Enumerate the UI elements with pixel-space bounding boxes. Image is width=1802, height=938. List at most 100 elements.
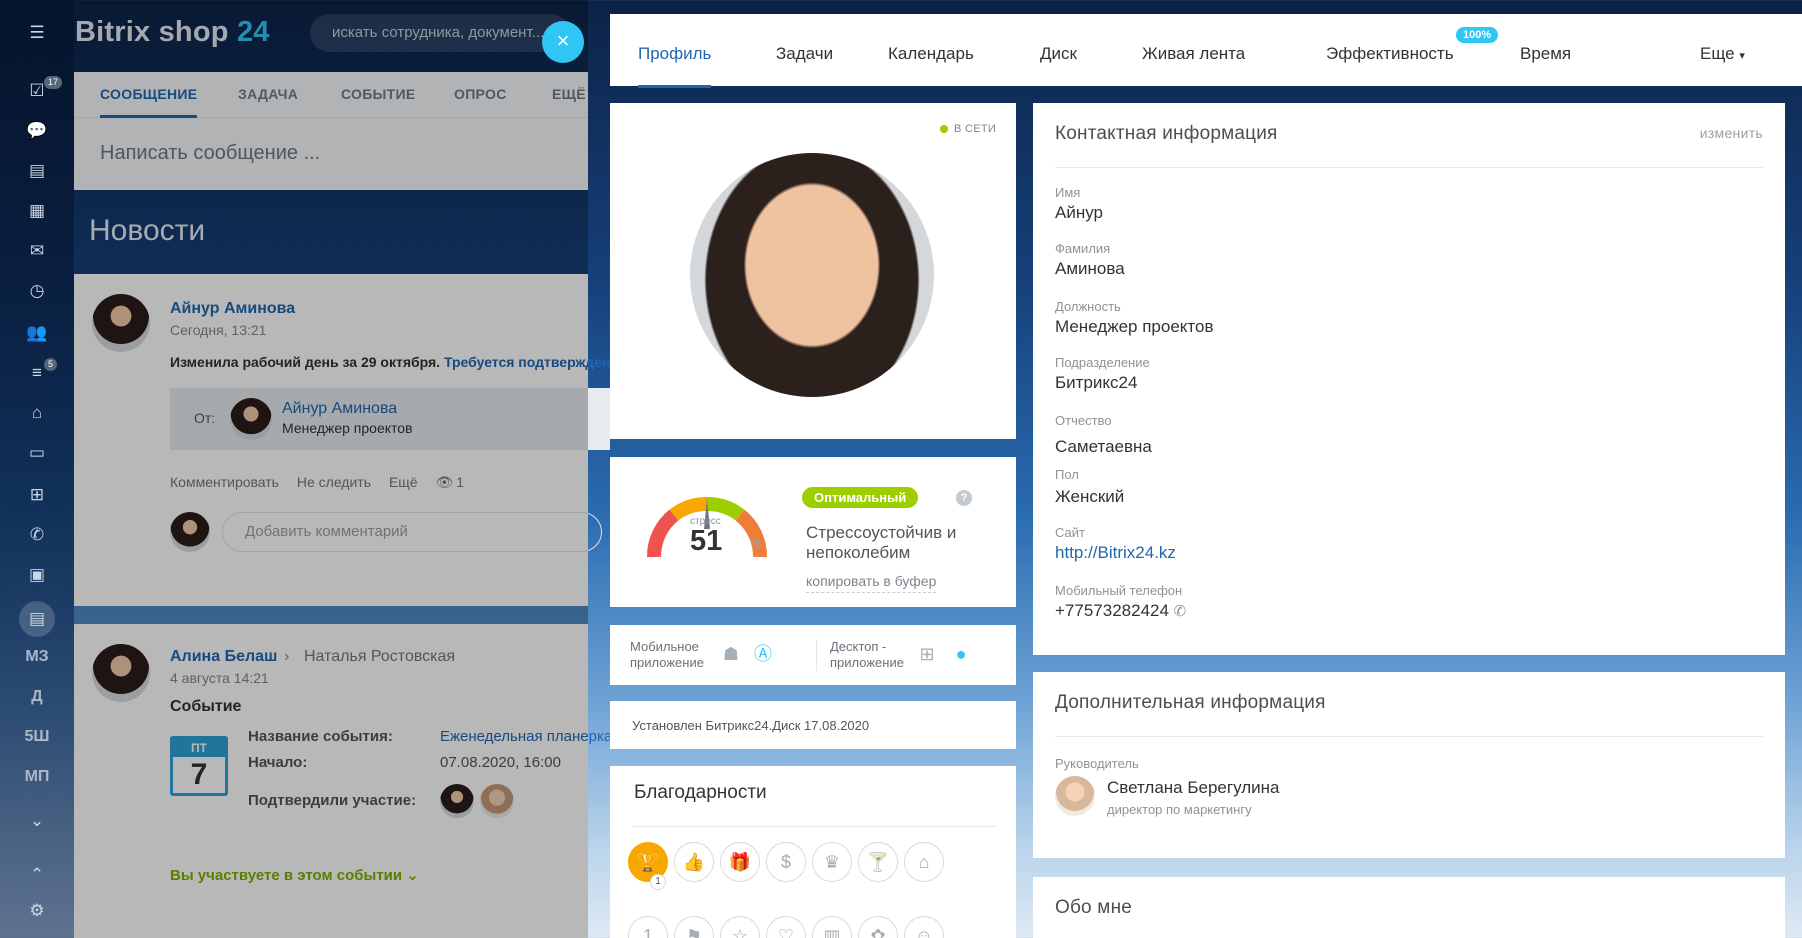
photo-card: В СЕТИ	[610, 103, 1016, 439]
chevron-down-icon: ⌄	[406, 867, 419, 884]
number-one-icon[interactable]: 1	[628, 916, 668, 938]
profile-tabs: Профиль Задачи Календарь Диск Живая лент…	[610, 14, 1802, 88]
avatar[interactable]	[92, 644, 150, 702]
tab-live-feed[interactable]: Живая лента	[1142, 44, 1245, 64]
post-author[interactable]: Алина Белаш	[170, 648, 277, 666]
stress-status-badge: Оптимальный	[802, 487, 919, 508]
android-icon[interactable]: ☗	[720, 643, 742, 665]
avatar[interactable]	[1055, 776, 1095, 816]
apps-icon[interactable]: ⊞	[24, 482, 50, 508]
inbox-icon[interactable]: ▤	[24, 158, 50, 184]
apple-icon[interactable]: ●	[950, 643, 972, 665]
thumbs-up-icon[interactable]: 👍	[674, 842, 714, 882]
start-value: 07.08.2020, 16:00	[440, 754, 561, 771]
search-input[interactable]: искать сотрудника, документ...	[310, 14, 570, 52]
divider	[632, 826, 996, 827]
menu-icon[interactable]: ☰	[24, 20, 50, 46]
tab-event[interactable]: СОБЫТИЕ	[341, 86, 415, 102]
help-icon[interactable]: ?	[956, 490, 972, 506]
sidebar-item-5sh[interactable]: 5Ш	[14, 728, 60, 746]
event-name[interactable]: Еженедельная планерка	[440, 728, 612, 745]
contacts-icon[interactable]: ▣	[24, 562, 50, 588]
unfollow-button[interactable]: Не следить	[297, 474, 371, 490]
tab-task[interactable]: ЗАДАЧА	[238, 86, 298, 102]
phone-icon[interactable]: ✆	[1174, 603, 1187, 620]
clock-icon[interactable]: ◷	[24, 278, 50, 304]
participating-dropdown[interactable]: Вы участвуете в этом событии ⌄	[170, 866, 419, 884]
tab-calendar[interactable]: Календарь	[888, 44, 974, 64]
field-label-gender: Пол	[1055, 467, 1079, 482]
avatar	[170, 512, 210, 552]
copy-to-clipboard-link[interactable]: копировать в буфер	[806, 573, 937, 593]
flower-icon[interactable]: ✿	[858, 916, 898, 938]
profile-slider: Профиль Задачи Календарь Диск Живая лент…	[588, 0, 1802, 938]
tab-message[interactable]: СООБЩЕНИЕ	[100, 86, 198, 118]
post-text: Изменила рабочий день за 29 октября. Тре…	[170, 354, 627, 370]
field-value-phone[interactable]: +77573282424 ✆	[1055, 601, 1186, 621]
extra-info-card: Дополнительная информация Руководитель С…	[1033, 672, 1785, 858]
field-label-phone: Мобильный телефон	[1055, 583, 1183, 598]
app-logo[interactable]: Bitrix shop 24	[75, 16, 270, 49]
cal-day: 7	[190, 758, 208, 791]
cocktail-icon[interactable]: 🍸	[858, 842, 898, 882]
tab-poll[interactable]: ОПРОС	[454, 86, 507, 102]
gift-icon[interactable]: 🎁	[720, 842, 760, 882]
manager-name[interactable]: Светлана Берегулина	[1107, 778, 1279, 798]
thanks-card: Благодарности 🏆 1 👍 🎁 $ ♛ 🍸 ⌂ 1 ⚑ ☆ ♡ ▥ …	[610, 766, 1016, 938]
comment-button[interactable]: Комментировать	[170, 474, 279, 490]
tab-time[interactable]: Время	[1520, 44, 1571, 64]
cake-icon[interactable]: ⌂	[904, 842, 944, 882]
window-icon[interactable]: ▭	[24, 440, 50, 466]
sidebar-item-mz[interactable]: МЗ	[14, 648, 60, 666]
users-icon[interactable]: 👥	[24, 320, 50, 346]
thanks-count: 1	[650, 874, 666, 890]
composer: СООБЩЕНИЕ ЗАДАЧА СОБЫТИЕ ОПРОС ЕЩЁ Напис…	[74, 72, 588, 190]
post-recipient[interactable]: Наталья Ростовская	[304, 648, 455, 666]
sidebar-item-mp[interactable]: МП	[14, 768, 60, 786]
beer-icon[interactable]: ▥	[812, 916, 852, 938]
tab-more[interactable]: Еще ▾	[1700, 44, 1745, 64]
sidebar-item-d[interactable]: Д	[14, 688, 60, 706]
left-sidebar: ☰ ☑ 17 💬 ▤ ▦ ✉ ◷ 👥 ≡ 5 ⌂ ▭ ⊞ ✆ ▣ ▤ МЗ Д …	[0, 0, 74, 938]
tab-tasks[interactable]: Задачи	[776, 44, 833, 64]
message-input[interactable]: Написать сообщение ...	[100, 142, 320, 165]
avatar[interactable]	[440, 784, 474, 818]
crown-icon[interactable]: ♛	[812, 842, 852, 882]
more-button[interactable]: Ещё	[389, 474, 418, 490]
avatar[interactable]	[480, 784, 514, 818]
chevron-down-icon[interactable]: ⌄	[24, 808, 50, 834]
post-author[interactable]: Айнур Аминова	[170, 300, 295, 318]
edit-link[interactable]: изменить	[1700, 125, 1763, 141]
start-label: Начало:	[248, 754, 308, 771]
appstore-icon[interactable]: Ⓐ	[752, 643, 774, 665]
from-name[interactable]: Айнур Аминова	[282, 400, 397, 418]
mail-icon[interactable]: ✉	[24, 238, 50, 264]
desktop-app-label: Десктоп - приложение	[830, 639, 904, 670]
comment-input[interactable]: Добавить комментарий	[222, 512, 602, 552]
phone-icon[interactable]: ✆	[24, 522, 50, 548]
tab-disk[interactable]: Диск	[1040, 44, 1077, 64]
up-icon[interactable]: ⌃	[24, 862, 50, 888]
calendar-icon[interactable]: ▦	[24, 198, 50, 224]
flag-icon[interactable]: ⚑	[674, 916, 714, 938]
shop-icon[interactable]: ⌂	[24, 400, 50, 426]
tab-profile[interactable]: Профиль	[638, 44, 712, 88]
gear-icon[interactable]: ⚙	[24, 898, 50, 924]
money-icon[interactable]: $	[766, 842, 806, 882]
smile-icon[interactable]: ☺	[904, 916, 944, 938]
close-icon[interactable]: ×	[542, 21, 584, 63]
extra-info-title: Дополнительная информация	[1055, 692, 1326, 713]
stress-card: стресс 51 % Оптимальный ? Стрессоустойчи…	[610, 457, 1016, 607]
tab-more[interactable]: ЕЩЁ	[552, 86, 586, 102]
heart-icon[interactable]: ♡	[766, 916, 806, 938]
avatar[interactable]	[230, 398, 272, 440]
star-icon[interactable]: ☆	[720, 916, 760, 938]
field-value-name: Айнур	[1055, 203, 1103, 222]
windows-icon[interactable]: ⊞	[916, 643, 938, 665]
field-value-site[interactable]: http://Bitrix24.kz	[1055, 543, 1176, 563]
avatar[interactable]	[92, 294, 150, 352]
tab-efficiency[interactable]: Эффективность	[1326, 44, 1454, 64]
chat-icon[interactable]: 💬	[24, 118, 50, 144]
document-icon[interactable]: ▤	[24, 606, 50, 632]
profile-photo[interactable]	[690, 153, 934, 397]
